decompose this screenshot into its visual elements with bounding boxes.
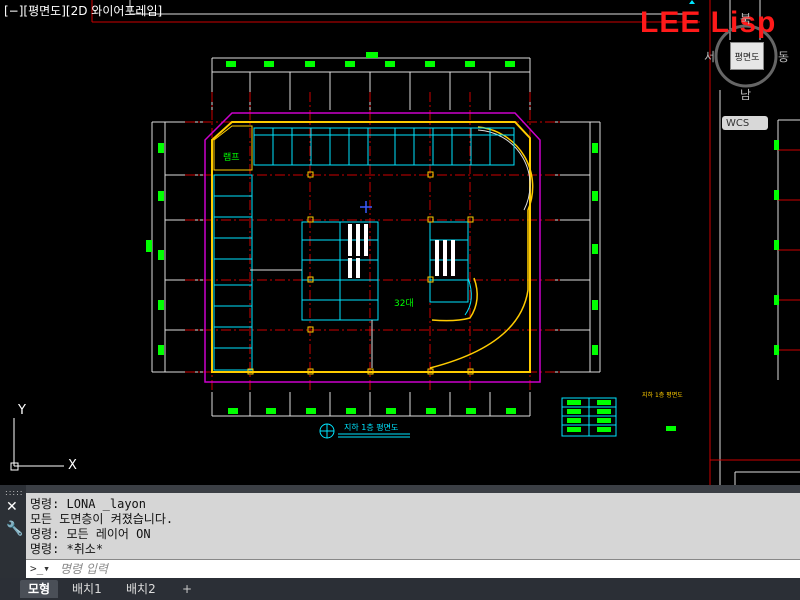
tab-layout2[interactable]: 배치2 [118, 580, 164, 598]
history-line: 명령: LONA _layon [30, 497, 147, 511]
parking-top-row [253, 127, 515, 166]
dimension-right [545, 121, 601, 373]
small-title: 지하 1층 평면도 [642, 391, 683, 399]
viewcube-east[interactable]: 동 [778, 48, 789, 65]
plan-title: 지하 1층 평면도 [344, 422, 398, 432]
prompt-icon[interactable]: >_▾ [30, 562, 50, 575]
watermark-logo: LEE Lisp [640, 6, 777, 39]
ucs-icon [10, 418, 64, 471]
wrench-icon[interactable]: 🔧 [6, 521, 23, 537]
parking-left-column [213, 174, 253, 371]
history-line: 명령: *취소* [30, 542, 104, 556]
viewcube-top-face[interactable]: 평면도 [730, 42, 764, 70]
command-history: 명령: LONA _layon 모든 도면층이 켜졌습니다. 명령: 모든 레이… [26, 493, 800, 559]
viewcube-west[interactable]: 서 [704, 48, 715, 65]
command-line-panel: ::::: ✕ 🔧 명령: LONA _layon 모든 도면층이 켜졌습니다.… [0, 485, 800, 578]
wcs-menu-button[interactable]: WCS [722, 116, 768, 130]
viewcube-south[interactable]: 남 [740, 86, 751, 103]
dimension-bottom [211, 392, 531, 417]
command-input[interactable] [60, 561, 780, 576]
adjacent-plan [774, 119, 800, 380]
command-input-row[interactable]: >_▾ [26, 559, 800, 578]
viewport-controls-label[interactable]: [−][평면도][2D 와이어프레임] [4, 4, 162, 18]
parking-count-label: 32대 [394, 298, 414, 309]
building-outline [211, 121, 531, 373]
grip-icon[interactable]: ::::: [5, 488, 23, 497]
room-label: 램프 [223, 151, 240, 163]
floor-plan-drawing[interactable]: 램프 32대 지하 1층 평면도 지하 1층 평면도 Y X [0, 0, 800, 485]
wcs-label: WCS [726, 117, 750, 129]
dimension-left [151, 121, 205, 373]
history-line: 모든 도면층이 켜졌습니다. [30, 512, 174, 526]
tab-layout1[interactable]: 배치1 [64, 580, 110, 598]
dimension-top [211, 57, 531, 118]
layout-tab-bar: 모형 배치1 배치2 + [0, 578, 800, 600]
close-icon[interactable]: ✕ [6, 499, 18, 515]
ucs-y-label: Y [17, 403, 26, 418]
command-panel-handle[interactable]: ::::: ✕ 🔧 [0, 485, 26, 578]
viewcube-north[interactable]: 북 [740, 10, 751, 27]
ucs-x-label: X [68, 458, 77, 473]
drawing-viewport[interactable]: 램프 32대 지하 1층 평면도 지하 1층 평면도 Y X [−][평면도][… [0, 0, 800, 485]
history-line: 명령: 모든 레이어 ON [30, 527, 151, 541]
tab-model[interactable]: 모형 [20, 580, 59, 598]
add-layout-button[interactable]: + [174, 580, 200, 598]
